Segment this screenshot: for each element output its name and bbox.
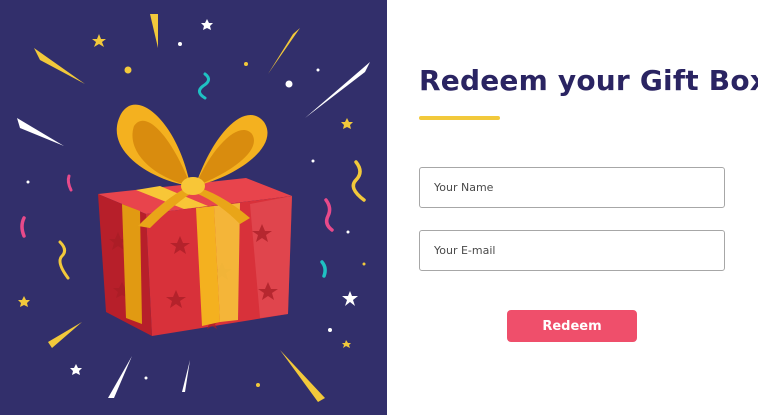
- email-input[interactable]: [419, 230, 725, 271]
- name-input[interactable]: [419, 167, 725, 208]
- gift-illustration-panel: [0, 0, 387, 415]
- redeem-form-panel: Redeem your Gift Box Redeem: [387, 0, 758, 415]
- redeem-button[interactable]: Redeem: [507, 310, 637, 342]
- gift-redeem-card: Redeem your Gift Box Redeem: [0, 0, 758, 415]
- gift-box-illustration: [0, 0, 387, 415]
- form-title: Redeem your Gift Box: [419, 64, 758, 97]
- title-accent-underline: [419, 116, 500, 120]
